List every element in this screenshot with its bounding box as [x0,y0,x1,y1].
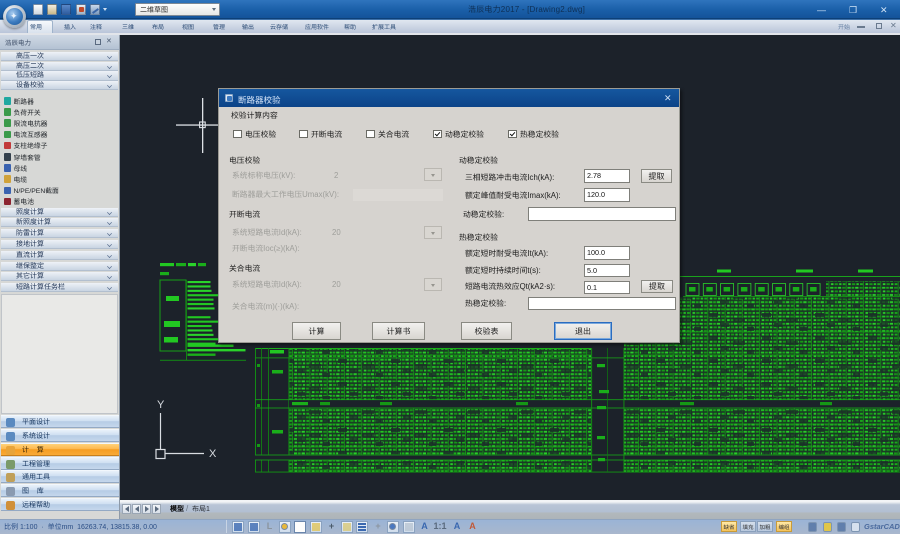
svg-text:Y: Y [157,399,165,411]
svg-text:X: X [209,448,217,460]
